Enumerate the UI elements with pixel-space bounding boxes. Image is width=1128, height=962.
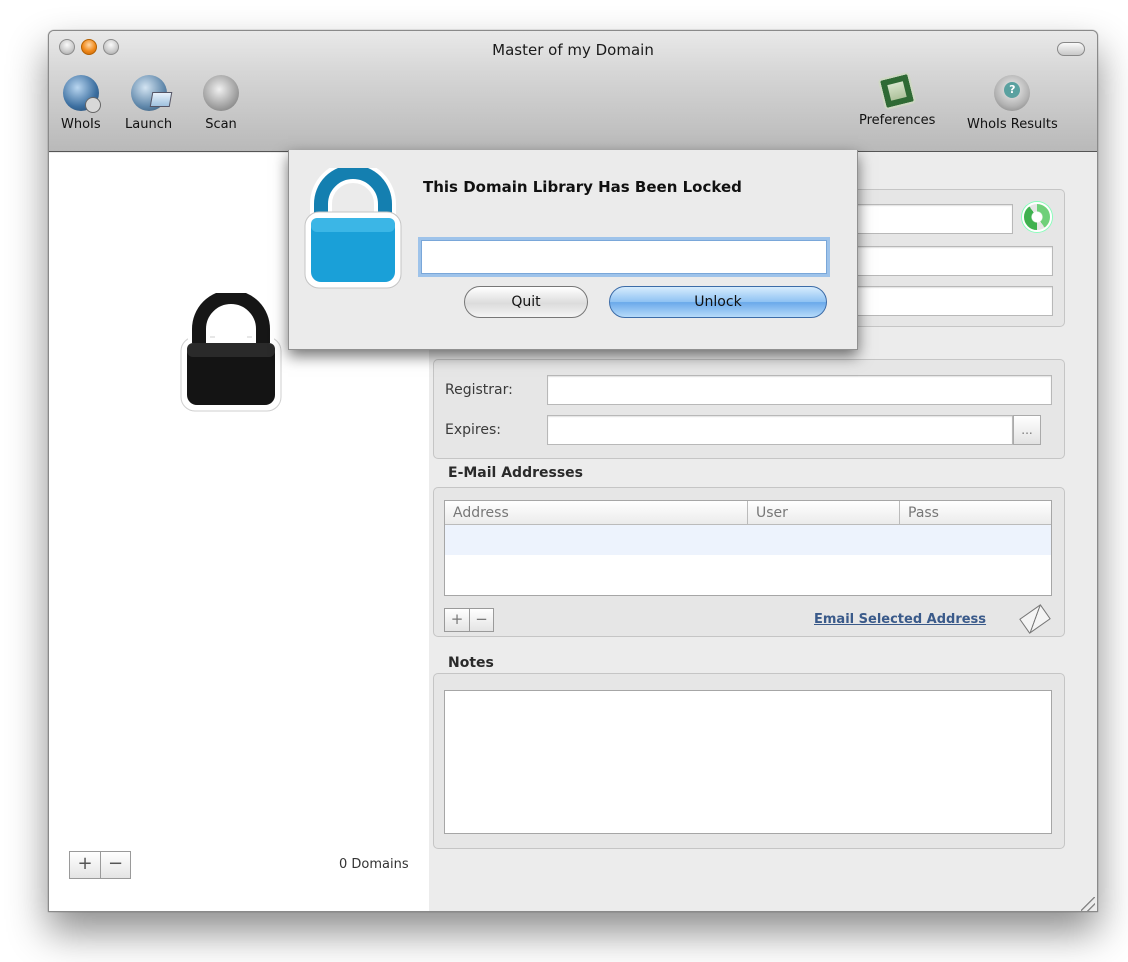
domain-detail-field-2[interactable] [829,246,1053,276]
expires-label: Expires: [445,422,501,438]
domain-count-label: 0 Domains [339,857,409,872]
title-toolbar: Master of my Domain WhoIs Launch Scan Pr… [49,31,1097,152]
window-title: Master of my Domain [492,41,654,59]
locked-padlock-icon [180,293,282,412]
remove-domain-button[interactable]: − [100,852,130,878]
expires-field[interactable] [547,415,1013,445]
quit-button[interactable]: Quit [464,286,588,318]
column-header-pass[interactable]: Pass [899,501,1049,525]
lock-sheet-dialog: This Domain Library Has Been Locked Quit… [288,150,858,350]
whois-results-icon [994,75,1031,111]
column-header-user[interactable]: User [747,501,899,525]
window-resize-handle[interactable] [1081,897,1095,911]
launch-icon [130,75,167,111]
toolbar-whois-label: WhoIs [61,117,101,132]
unlock-button[interactable]: Unlock [609,286,827,318]
remove-email-button[interactable]: − [469,609,493,631]
domain-detail-field-3[interactable] [829,286,1053,316]
notes-box [433,673,1065,849]
lock-sheet-title: This Domain Library Has Been Locked [423,178,742,196]
notes-section-title: Notes [448,655,494,671]
unlock-padlock-icon [304,168,402,289]
email-section-title: E-Mail Addresses [448,465,583,481]
preferences-icon [877,71,917,111]
password-input[interactable] [422,241,826,273]
toolbar-preferences-label: Preferences [859,113,936,128]
whois-globe-icon [62,75,101,113]
envelope-icon[interactable] [1019,604,1051,634]
toolbar-scan-button[interactable]: Scan [203,75,239,132]
toolbar-whois-results-button[interactable]: WhoIs Results [967,75,1058,132]
table-row[interactable] [445,555,1051,587]
table-row[interactable] [445,525,1051,555]
refresh-sync-icon[interactable] [1022,202,1052,232]
toolbar-toggle-button[interactable] [1057,42,1085,56]
registrar-field[interactable] [547,375,1052,405]
toolbar-whois-button[interactable]: WhoIs [61,75,101,132]
email-selected-address-link[interactable]: Email Selected Address [814,612,986,627]
add-domain-button[interactable]: + [70,852,100,878]
email-add-remove-control: + − [444,608,494,632]
toolbar-preferences-button[interactable]: Preferences [859,71,936,128]
add-email-button[interactable]: + [445,609,469,631]
notes-textarea[interactable] [444,690,1052,834]
registrar-label: Registrar: [445,382,513,398]
email-table[interactable]: Address User Pass [444,500,1052,596]
column-header-address[interactable]: Address [445,501,747,525]
email-addresses-box: Address User Pass + − Email Selected Add… [433,487,1065,637]
scan-icon [203,75,239,111]
toolbar-launch-label: Launch [125,117,173,132]
password-field[interactable] [421,240,827,274]
toolbar-launch-button[interactable]: Launch [125,75,172,132]
domain-add-remove-control: + − [69,851,131,879]
expires-date-picker-button[interactable]: ... [1013,415,1041,445]
toolbar-whois-results-label: WhoIs Results [967,117,1058,132]
email-table-header: Address User Pass [445,501,1051,525]
domain-information-box: Registrar: Expires: ... [433,359,1065,459]
toolbar-scan-label: Scan [205,117,237,132]
